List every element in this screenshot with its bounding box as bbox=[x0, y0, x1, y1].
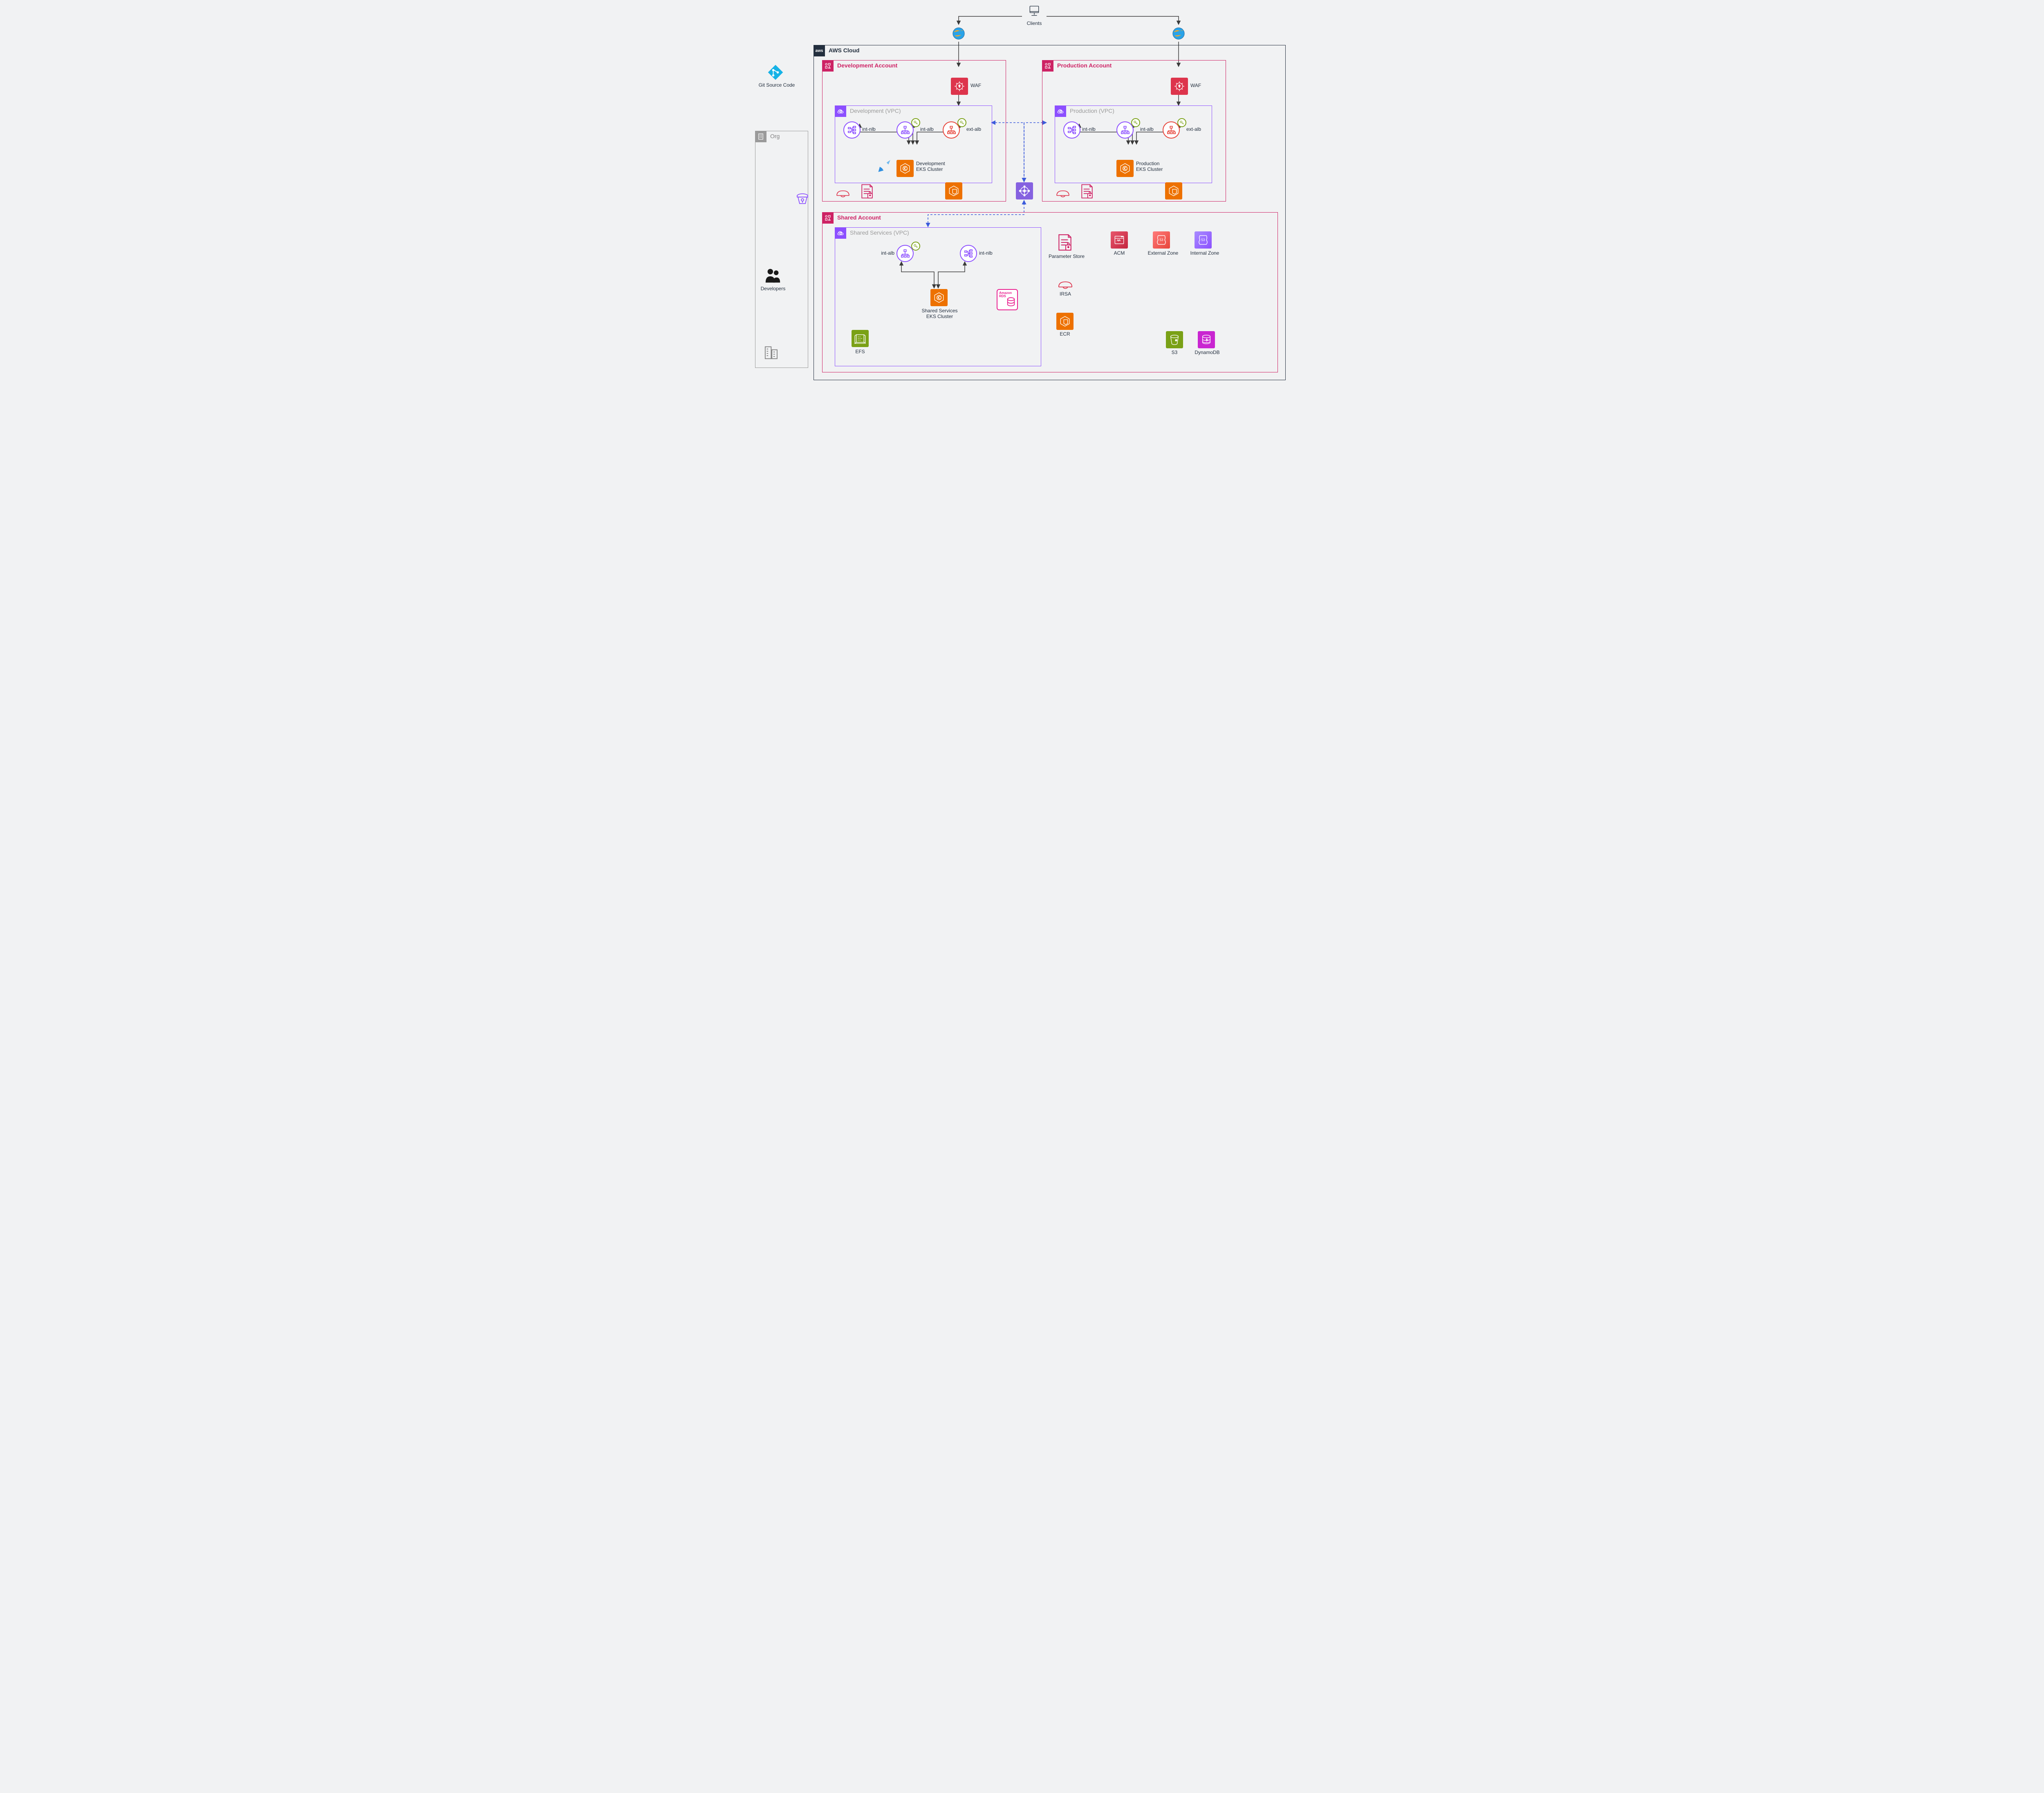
account-badge-icon bbox=[822, 60, 834, 72]
prod-account-frame: Production Account WAF Productio bbox=[1042, 60, 1226, 202]
dynamodb-label: DynamoDB bbox=[1191, 350, 1223, 355]
diagram-canvas: Clients Git Source Code bbox=[752, 0, 1292, 392]
eks-label-dev: Development EKS Cluster bbox=[916, 161, 945, 172]
ext-alb-label-prod: ext-alb bbox=[1186, 126, 1201, 132]
developers-icon bbox=[764, 266, 782, 286]
aws-cloud-title: AWS Cloud bbox=[829, 47, 859, 54]
waf-label-dev: WAF bbox=[970, 83, 981, 88]
parameter-store-icon-shared bbox=[1056, 233, 1074, 253]
eks-icon-prod bbox=[1116, 160, 1134, 177]
account-badge-icon bbox=[822, 212, 834, 224]
git-label: Git Source Code bbox=[756, 82, 797, 88]
prod-vpc-frame: Production (VPC) int-nlb bbox=[1055, 105, 1212, 183]
svg-text:53: 53 bbox=[1160, 238, 1163, 242]
irsa-icon-prod bbox=[1055, 185, 1071, 200]
acm-mini-icon bbox=[957, 118, 966, 127]
dev-account-frame: Development Account WAF Developm bbox=[822, 60, 1006, 202]
aws-cloud-frame: aws AWS Cloud Developme bbox=[814, 45, 1286, 380]
int-alb-label-shared: int-alb bbox=[878, 250, 894, 256]
prod-vpc-title: Production (VPC) bbox=[1070, 108, 1114, 114]
int-nlb-icon-dev bbox=[843, 121, 861, 139]
irsa-label: IRSA bbox=[1056, 291, 1074, 297]
svg-text:53: 53 bbox=[1201, 238, 1205, 242]
int-zone-label: Internal Zone bbox=[1186, 250, 1223, 256]
aws-badge: aws bbox=[814, 45, 825, 56]
waf-label-prod: WAF bbox=[1190, 83, 1201, 88]
eks-label-prod: Production EKS Cluster bbox=[1136, 161, 1163, 172]
dev-vpc-frame: Development (VPC) int-nlb bbox=[835, 105, 992, 183]
acm-mini-icon bbox=[911, 118, 920, 127]
irsa-icon-shared bbox=[1056, 276, 1074, 292]
parameter-store-icon-dev bbox=[859, 183, 875, 201]
prod-account-title: Production Account bbox=[1057, 62, 1112, 69]
ecr-icon-shared bbox=[1056, 313, 1074, 330]
efs-label: EFS bbox=[852, 349, 869, 354]
s3-icon bbox=[1166, 331, 1183, 348]
int-nlb-icon-prod bbox=[1063, 121, 1080, 139]
int-alb-label-prod: int-alb bbox=[1140, 126, 1154, 132]
shared-account-frame: Shared Account Shared Services (VPC) int… bbox=[822, 212, 1278, 372]
shared-vpc-title: Shared Services (VPC) bbox=[850, 229, 909, 236]
eks-label-shared: Shared Services EKS Cluster bbox=[916, 308, 963, 319]
efs-icon bbox=[852, 330, 869, 347]
shared-account-title: Shared Account bbox=[837, 214, 881, 221]
ext-zone-label: External Zone bbox=[1145, 250, 1181, 256]
acm-icon bbox=[1111, 231, 1128, 249]
git-icon bbox=[766, 63, 784, 83]
int-nlb-icon-shared bbox=[960, 245, 977, 262]
ecr-label: ECR bbox=[1056, 331, 1074, 337]
eks-icon-dev bbox=[896, 160, 914, 177]
waf-icon-prod bbox=[1171, 78, 1188, 95]
int-nlb-label-shared: int-nlb bbox=[979, 250, 993, 256]
clients-label: Clients bbox=[1021, 20, 1047, 26]
int-alb-label-dev: int-alb bbox=[920, 126, 934, 132]
route53-external-icon: 53 bbox=[1153, 231, 1170, 249]
clients-icon bbox=[1026, 3, 1042, 19]
route53-internal-icon: 53 bbox=[1195, 231, 1212, 249]
acm-mini-icon bbox=[1177, 118, 1186, 127]
int-nlb-label-prod: int-nlb bbox=[1082, 126, 1096, 132]
ecr-icon-dev bbox=[945, 182, 962, 199]
ecr-icon-prod bbox=[1165, 182, 1182, 199]
transit-gateway-icon bbox=[1016, 182, 1033, 199]
parameter-store-label: Parameter Store bbox=[1044, 253, 1089, 259]
vpc-badge-icon bbox=[1055, 105, 1066, 117]
dev-account-title: Development Account bbox=[837, 62, 897, 69]
ext-alb-label-dev: ext-alb bbox=[966, 126, 981, 132]
org-title: Org bbox=[770, 133, 780, 139]
s3-label: S3 bbox=[1166, 350, 1183, 355]
acm-mini-icon bbox=[1131, 118, 1140, 127]
irsa-icon-dev bbox=[835, 185, 851, 200]
iam-identity-center-icon bbox=[796, 191, 809, 207]
org-buildings-icon bbox=[764, 344, 782, 361]
rds-icon: Amazon RDS bbox=[997, 289, 1018, 310]
int-nlb-label-dev: int-nlb bbox=[862, 126, 876, 132]
waf-icon-dev bbox=[951, 78, 968, 95]
dynamodb-icon bbox=[1198, 331, 1215, 348]
globe-icon-dev bbox=[950, 25, 967, 43]
shared-vpc-frame: Shared Services (VPC) int-alb bbox=[835, 227, 1041, 366]
parameter-store-icon-prod bbox=[1079, 183, 1095, 201]
acm-label: ACM bbox=[1109, 250, 1130, 256]
developers-label: Developers bbox=[759, 286, 787, 291]
org-badge-icon bbox=[755, 131, 766, 142]
globe-icon-prod bbox=[1170, 25, 1187, 43]
org-frame: Org Developers bbox=[755, 131, 808, 368]
account-badge-icon bbox=[1042, 60, 1053, 72]
acm-mini-icon bbox=[911, 242, 920, 251]
vpc-badge-icon bbox=[835, 227, 846, 239]
dev-vpc-title: Development (VPC) bbox=[850, 108, 901, 114]
eks-icon-shared bbox=[930, 289, 948, 306]
vpc-badge-icon bbox=[835, 105, 846, 117]
telepresence-icon bbox=[876, 157, 894, 176]
